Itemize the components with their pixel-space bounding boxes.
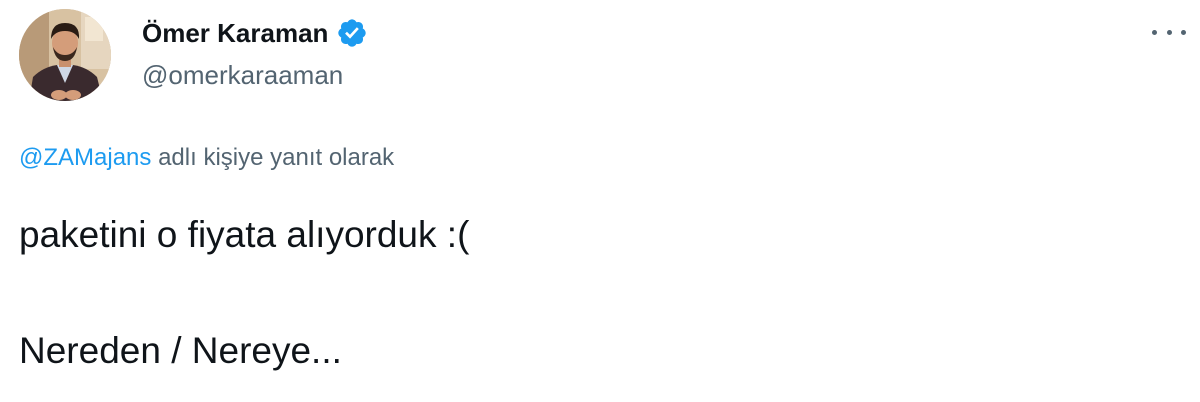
- display-name[interactable]: Ömer Karaman: [142, 16, 328, 50]
- reply-mention-link[interactable]: @ZAMajans: [19, 144, 151, 171]
- tweet-text-line-2: Nereden / Nereye...: [19, 330, 342, 371]
- tweet-text-line-1: paketini o fiyata alıyorduk :(: [19, 214, 470, 255]
- profile-photo: [19, 9, 111, 101]
- more-options-button[interactable]: [1152, 22, 1186, 42]
- tweet: Ömer Karaman @omerkaraaman @ZAMajans adl…: [0, 0, 1200, 402]
- more-dot: [1166, 29, 1172, 35]
- handle[interactable]: @omerkaraaman: [142, 58, 343, 92]
- verified-badge-icon: [336, 17, 368, 49]
- more-dot: [1181, 29, 1186, 35]
- avatar[interactable]: [19, 9, 111, 101]
- reply-suffix: adlı kişiye yanıt olarak: [151, 144, 395, 171]
- more-horizontal-icon: [1152, 29, 1157, 35]
- author-name-row: Ömer Karaman: [142, 16, 368, 50]
- reply-context: @ZAMajans adlı kişiye yanıt olarak: [19, 142, 394, 174]
